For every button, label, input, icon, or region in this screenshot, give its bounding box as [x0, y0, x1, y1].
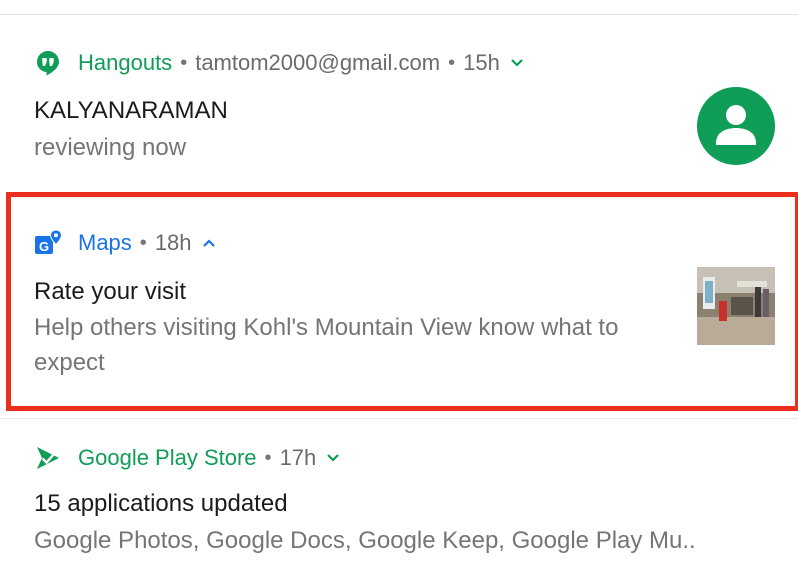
notification-header: Google Play Store • 17h	[34, 444, 340, 472]
play-store-icon	[34, 444, 62, 472]
notification-title: Rate your visit	[34, 278, 187, 305]
app-name: Google Play Store	[78, 445, 257, 470]
account-email: tamtom2000@gmail.com	[195, 50, 441, 75]
notification-title: 15 applications updated	[34, 490, 288, 517]
timestamp: 15h	[463, 50, 500, 75]
chevron-down-icon[interactable]	[326, 453, 340, 463]
separator: •	[264, 446, 272, 469]
notification-play-store[interactable]: Google Play Store • 17h 15 applications …	[0, 420, 798, 569]
notification-hangouts[interactable]: Hangouts • tamtom2000@gmail.com • 15h KA…	[0, 15, 798, 185]
notification-header: G Maps • 18h	[34, 229, 216, 257]
notification-text: Help others visiting Kohl's Mountain Vie…	[34, 314, 619, 376]
separator: •	[139, 231, 147, 254]
timestamp: 18h	[154, 230, 192, 255]
hangouts-icon	[34, 49, 62, 77]
notification-divider	[0, 418, 798, 419]
notification-title: KALYANARAMAN	[34, 97, 228, 124]
app-name: Maps	[78, 230, 132, 255]
notification-header: Hangouts • tamtom2000@gmail.com • 15h	[34, 49, 524, 77]
separator: •	[448, 51, 456, 74]
notification-maps[interactable]: G Maps • 18h Rate your visit Help others…	[0, 192, 798, 409]
store-photo-thumbnail	[697, 267, 775, 345]
separator: •	[180, 51, 188, 74]
notification-text: reviewing now	[34, 134, 187, 161]
app-name: Hangouts	[78, 50, 173, 75]
svg-text:G: G	[39, 239, 49, 254]
account-avatar-icon	[697, 87, 775, 165]
timestamp: 17h	[279, 445, 317, 470]
chevron-up-icon[interactable]	[202, 238, 216, 248]
chevron-down-icon[interactable]	[510, 58, 524, 68]
notification-text: Google Photos, Google Docs, Google Keep,…	[34, 527, 696, 554]
maps-icon: G	[34, 229, 62, 257]
